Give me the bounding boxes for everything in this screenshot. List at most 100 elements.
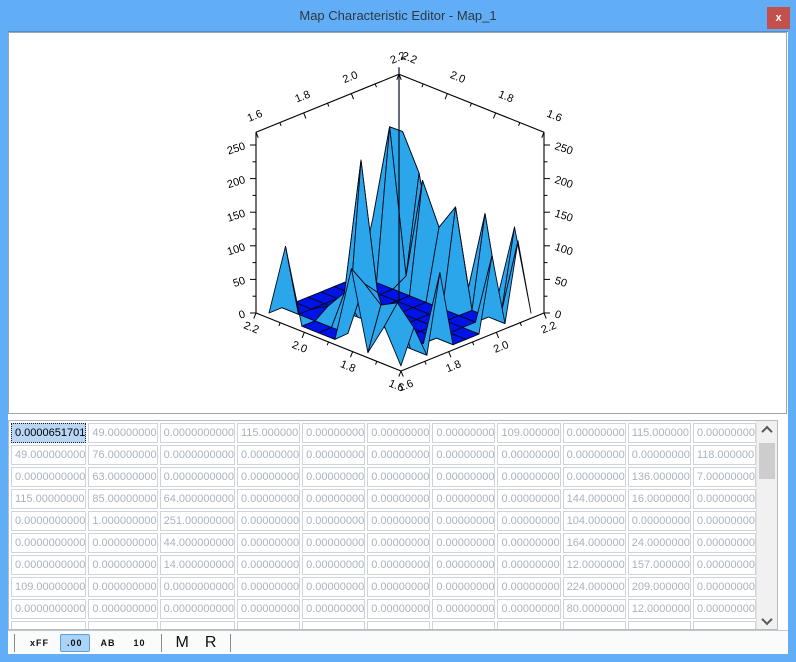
grid-cell[interactable]: 80.0000000 [563,599,626,619]
grid-cell[interactable]: 0.00000000 [693,489,756,509]
scroll-up-button[interactable] [757,421,777,438]
grid-cell[interactable]: 0.00000000 [302,445,365,465]
grid-cell[interactable]: 0.00000000 [628,511,691,531]
ab-format-button[interactable]: AB [94,634,123,652]
grid-cell[interactable]: 0.00000000 [302,533,365,553]
grid-cell[interactable]: 0.00000000 [497,599,560,619]
grid-cell[interactable]: 16.0000000 [628,489,691,509]
grid-cell[interactable]: 0.00000000 [367,423,430,443]
grid-cell[interactable]: 49.00000000 [88,423,157,443]
grid-cell[interactable]: 0.00000000 [497,577,560,597]
grid-cell[interactable]: 0.00000000 [693,577,756,597]
grid-cell[interactable]: 0.0000000000 [160,423,235,443]
grid-cell[interactable]: 109.000000 [497,423,560,443]
grid-cell[interactable]: 136.000000 [628,467,691,487]
grid-cell[interactable]: 0.00000000 [302,511,365,531]
grid-cell[interactable]: 0.00000000 [432,423,495,443]
grid-cell[interactable]: 115.000000 [237,423,300,443]
grid-cell[interactable]: 0.000000000 [88,577,157,597]
grid-cell[interactable]: 164.000000 [563,533,626,553]
grid-cell[interactable] [497,621,560,630]
grid-cell-selected[interactable]: 0.0000651701 [11,423,86,443]
grid-cell[interactable]: 0.0000000000 [160,577,235,597]
grid-cell[interactable]: 49.000000000 [11,445,86,465]
grid-cell[interactable]: 104.000000 [563,511,626,531]
grid-cell[interactable]: 0.00000000 [693,511,756,531]
grid-cell[interactable]: 118.000000 [693,445,756,465]
grid-cell[interactable]: 12.0000000 [628,599,691,619]
grid-cell[interactable]: 0.00000000 [302,467,365,487]
grid-cell[interactable]: 63.00000000 [88,467,157,487]
grid-cell[interactable]: 0.00000000 [367,467,430,487]
grid-cell[interactable]: 0.00000000 [432,445,495,465]
grid-cell[interactable]: 224.000000 [563,577,626,597]
grid-cell[interactable]: 0.0000000000 [11,599,86,619]
grid-cell[interactable]: 12.0000000 [563,555,626,575]
grid-cell[interactable]: 0.0000000000 [11,467,86,487]
grid-cell[interactable]: 0.00000000 [237,533,300,553]
grid-cell[interactable]: 0.00000000 [302,423,365,443]
grid-cell[interactable]: 0.00000000 [432,555,495,575]
grid-cell[interactable]: 0.00000000 [497,533,560,553]
grid-cell[interactable] [628,621,691,630]
grid-cell[interactable]: 0.00000000 [497,555,560,575]
grid-cell[interactable]: 0.00000000 [432,467,495,487]
grid-cell[interactable]: 0.00000000 [628,445,691,465]
grid-cell[interactable] [302,621,365,630]
grid-cell[interactable]: 0.00000000 [563,467,626,487]
grid-cell[interactable]: 0.00000000 [367,533,430,553]
grid-cell[interactable]: 1.000000000 [88,511,157,531]
grid-cell[interactable]: 0.00000000 [563,445,626,465]
grid-cell[interactable]: 0.00000000 [302,555,365,575]
grid-cell[interactable]: 0.00000000 [237,511,300,531]
grid-cell[interactable]: 251.00000000 [160,511,235,531]
grid-cell[interactable]: 0.00000000 [367,599,430,619]
grid-cell[interactable] [563,621,626,630]
grid-cell[interactable]: 0.00000000 [432,599,495,619]
grid-cell[interactable]: 115.000000 [628,423,691,443]
grid-cell[interactable]: 0.00000000 [497,445,560,465]
grid-cell[interactable]: 14.000000000 [160,555,235,575]
grid-cell[interactable]: 209.000000 [628,577,691,597]
grid-cell[interactable]: 0.00000000 [432,489,495,509]
grid-cell[interactable]: 0.00000000 [563,423,626,443]
base10-format-button[interactable]: 10 [127,634,153,652]
m-button[interactable]: M [170,633,195,653]
grid-cell[interactable]: 0.00000000 [367,445,430,465]
grid-cell[interactable]: 0.000000000 [88,533,157,553]
grid-cell[interactable]: 0.000000000 [88,599,157,619]
close-button[interactable]: x [767,7,790,29]
grid-cell[interactable]: 7.00000000 [693,467,756,487]
grid-cell[interactable]: 0.00000000 [432,577,495,597]
grid-cell[interactable]: 0.00000000 [693,533,756,553]
grid-cell[interactable]: 0.0000000000 [160,599,235,619]
grid-cell[interactable]: 0.00000000 [237,599,300,619]
grid-cell[interactable]: 64.000000000 [160,489,235,509]
grid-cell[interactable]: 144.000000 [563,489,626,509]
grid-cell[interactable]: 0.0000000000 [11,533,86,553]
grid-cell[interactable]: 0.00000000 [497,511,560,531]
grid-cell[interactable]: 0.00000000 [302,599,365,619]
grid-cell[interactable]: 0.00000000 [432,511,495,531]
grid-cell[interactable]: 0.0000000000 [11,511,86,531]
grid-cell[interactable]: 24.0000000 [628,533,691,553]
grid-cell[interactable]: 0.00000000 [497,467,560,487]
grid-cell[interactable]: 109.00000000 [11,577,86,597]
grid-cell[interactable]: 0.00000000 [432,533,495,553]
grid-cell[interactable]: 0.0000000000 [160,467,235,487]
grid-cell[interactable]: 0.00000000 [237,445,300,465]
grid-cell[interactable]: 0.0000000000 [11,555,86,575]
grid-cell[interactable]: 0.0000000000 [160,445,235,465]
grid-cell[interactable]: 0.00000000 [237,555,300,575]
grid-cell[interactable]: 0.00000000 [237,577,300,597]
grid-cell[interactable]: 76.00000000 [88,445,157,465]
grid-cell[interactable] [11,621,86,630]
grid-cell[interactable]: 0.00000000 [693,555,756,575]
grid-cell[interactable]: 0.00000000 [302,489,365,509]
grid-cell[interactable]: 85.00000000 [88,489,157,509]
grid-cell[interactable]: 0.00000000 [497,489,560,509]
grid-cell[interactable]: 0.00000000 [367,489,430,509]
grid-cell[interactable]: 0.00000000 [693,423,756,443]
grid-cell[interactable]: 0.00000000 [237,489,300,509]
grid-cell[interactable]: 157.000000 [628,555,691,575]
